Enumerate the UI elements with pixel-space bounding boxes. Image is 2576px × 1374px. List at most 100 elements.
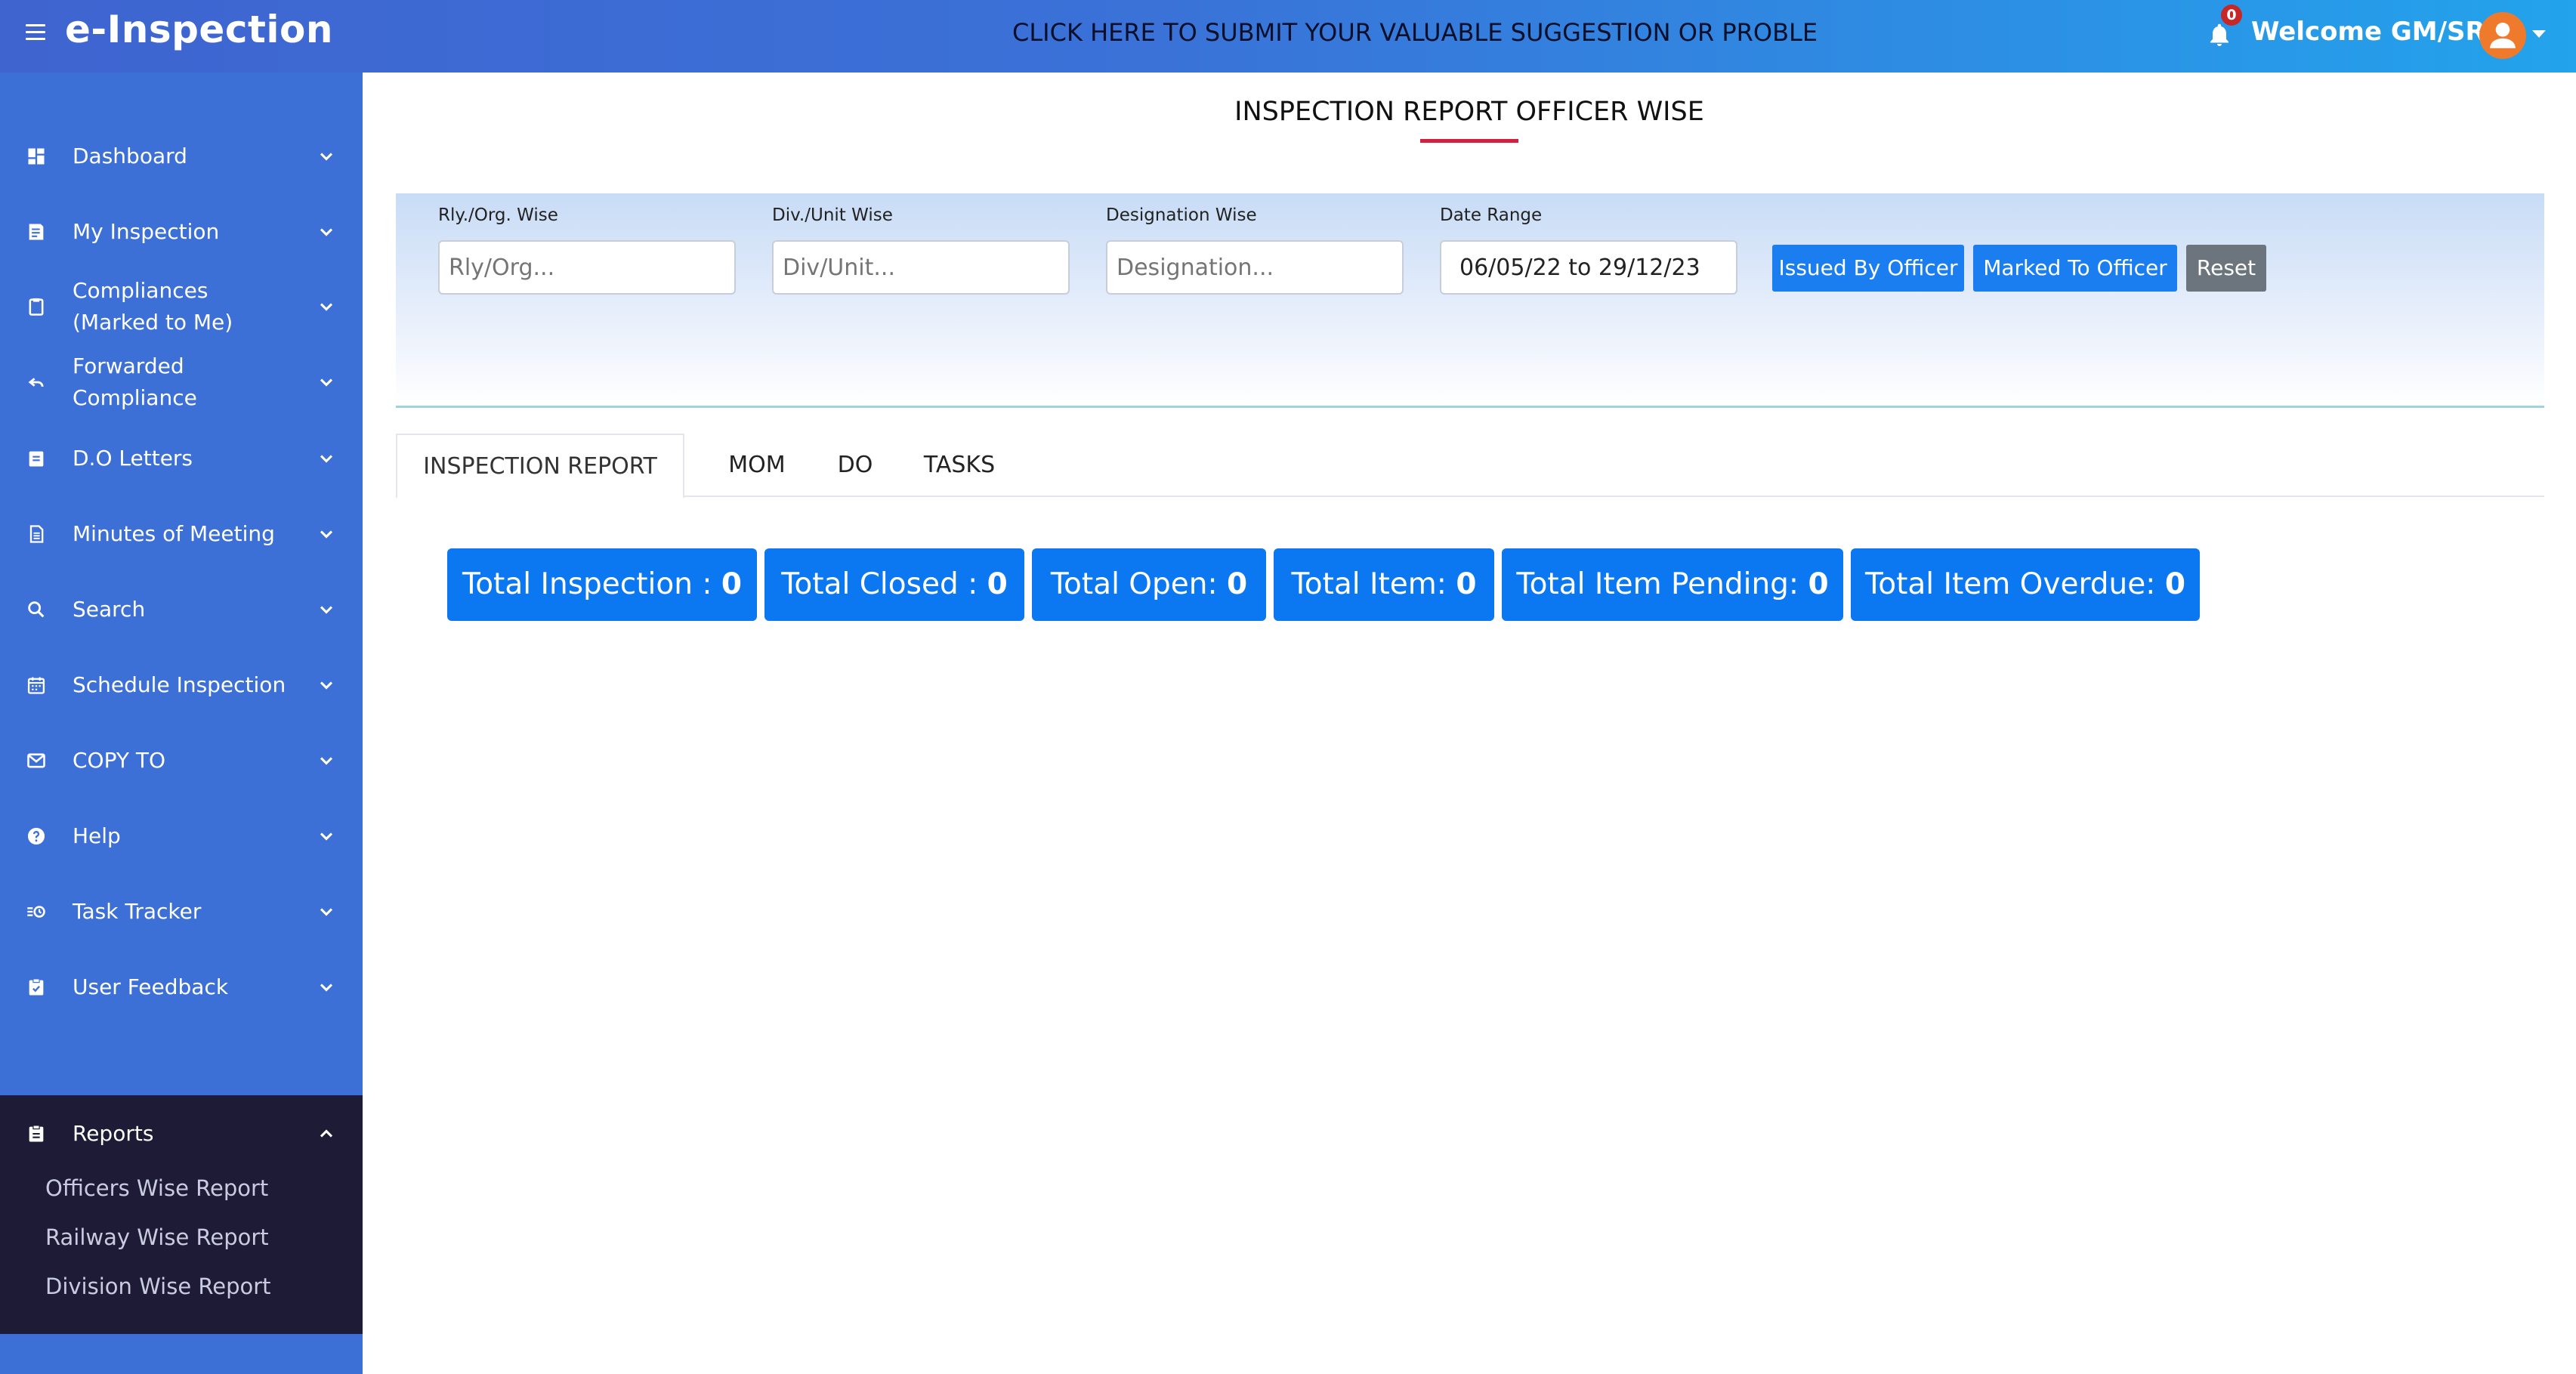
report-tabs: INSPECTION REPORT MOM DO TASKS bbox=[396, 434, 2544, 499]
tab-do[interactable]: DO bbox=[810, 434, 900, 497]
title-underline bbox=[1420, 139, 1518, 143]
sidebar-item-label: Help bbox=[73, 823, 121, 848]
stat-label: Total Item Overdue: bbox=[1865, 567, 2165, 601]
sidebar-item-label: Minutes of Meeting bbox=[73, 521, 275, 546]
designation-input[interactable] bbox=[1106, 240, 1404, 295]
sidebar-item-user-feedback[interactable]: User Feedback bbox=[0, 971, 363, 1003]
sidebar-subitem-division-wise-report[interactable]: Division Wise Report bbox=[45, 1274, 271, 1299]
sidebar-item-label: Forwarded Compliance bbox=[73, 354, 197, 410]
feedback-icon bbox=[29, 978, 44, 996]
clipboard-icon bbox=[29, 298, 44, 316]
date-range-input[interactable] bbox=[1440, 240, 1737, 295]
filter-panel: Rly./Org. Wise Div./Unit Wise Designatio… bbox=[396, 193, 2544, 408]
report-icon bbox=[29, 1125, 44, 1142]
sidebar-item-label: D.O Letters bbox=[73, 446, 193, 471]
stat-value: 0 bbox=[1456, 567, 1477, 601]
stat-total-item[interactable]: Total Item: 0 bbox=[1274, 548, 1494, 621]
app-title[interactable]: e-Inspection bbox=[65, 8, 333, 51]
sidebar-item-label: Task Tracker bbox=[73, 899, 202, 924]
stat-value: 0 bbox=[721, 567, 742, 601]
chevron-down-icon bbox=[320, 455, 333, 463]
sidebar-item-label: Dashboard bbox=[73, 144, 187, 168]
sidebar-item-forwarded-compliance[interactable]: Forwarded Compliance bbox=[0, 350, 363, 414]
sidebar-item-schedule-inspection[interactable]: Schedule Inspection bbox=[0, 669, 363, 701]
sidebar-subitem-officers-wise-report[interactable]: Officers Wise Report bbox=[45, 1175, 268, 1201]
reset-button[interactable]: Reset bbox=[2186, 245, 2266, 292]
rly-org-input[interactable] bbox=[438, 240, 736, 295]
chevron-down-icon bbox=[320, 228, 333, 236]
stat-label: Total Closed : bbox=[781, 567, 987, 601]
sidebar-item-label: User Feedback bbox=[73, 974, 229, 999]
document-icon bbox=[29, 525, 44, 543]
stat-total-closed[interactable]: Total Closed : 0 bbox=[764, 548, 1024, 621]
top-bar: e-Inspection CLICK HERE TO SUBMIT YOUR V… bbox=[0, 0, 2576, 73]
search-icon bbox=[28, 601, 45, 618]
chevron-down-icon bbox=[320, 378, 333, 387]
sidebar-item-minutes-of-meeting[interactable]: Minutes of Meeting bbox=[0, 518, 363, 550]
tab-inspection-report[interactable]: INSPECTION REPORT bbox=[396, 434, 684, 499]
stat-total-open[interactable]: Total Open: 0 bbox=[1032, 548, 1266, 621]
page-title: INSPECTION REPORT OFFICER WISE bbox=[1234, 97, 1704, 127]
div-unit-label: Div./Unit Wise bbox=[772, 205, 893, 225]
forward-icon bbox=[28, 378, 44, 387]
chevron-down-icon bbox=[320, 530, 333, 539]
sidebar-item-label: Reports bbox=[73, 1121, 154, 1146]
sidebar-item-label: Search bbox=[73, 597, 146, 622]
stat-label: Total Item: bbox=[1291, 567, 1456, 601]
sidebar-item-help[interactable]: Help bbox=[0, 820, 363, 852]
chevron-up-icon bbox=[320, 1129, 333, 1138]
sidebar-item-reports[interactable]: Reports bbox=[0, 1118, 363, 1150]
help-icon bbox=[27, 827, 45, 845]
stat-total-item-overdue[interactable]: Total Item Overdue: 0 bbox=[1851, 548, 2200, 621]
chevron-down-icon bbox=[320, 832, 333, 841]
stat-value: 0 bbox=[2164, 567, 2185, 601]
chevron-down-icon bbox=[320, 153, 333, 161]
reports-section: Reports Officers Wise Report Railway Wis… bbox=[0, 1095, 363, 1334]
chevron-down-icon bbox=[320, 757, 333, 765]
sidebar-item-my-inspection[interactable]: My Inspection bbox=[0, 216, 363, 248]
hamburger-menu-icon[interactable] bbox=[26, 24, 45, 41]
designation-label: Designation Wise bbox=[1106, 205, 1257, 225]
user-menu-caret-icon[interactable] bbox=[2532, 30, 2546, 38]
tab-mom[interactable]: MOM bbox=[697, 434, 817, 497]
inspection-icon bbox=[29, 224, 44, 240]
sidebar-item-copy-to[interactable]: COPY TO bbox=[0, 745, 363, 777]
chevron-down-icon bbox=[320, 303, 333, 311]
marked-to-officer-button[interactable]: Marked To Officer bbox=[1973, 245, 2177, 292]
stat-total-inspection[interactable]: Total Inspection : 0 bbox=[447, 548, 757, 621]
stat-label: Total Inspection : bbox=[462, 567, 721, 601]
stat-value: 0 bbox=[987, 567, 1008, 601]
stat-value: 0 bbox=[1808, 567, 1829, 601]
sidebar-subitem-railway-wise-report[interactable]: Railway Wise Report bbox=[45, 1224, 269, 1250]
chevron-down-icon bbox=[320, 681, 333, 690]
stat-total-item-pending[interactable]: Total Item Pending: 0 bbox=[1502, 548, 1843, 621]
welcome-user-text: Welcome GM/SR bbox=[2251, 17, 2485, 47]
issued-by-officer-button[interactable]: Issued By Officer bbox=[1772, 245, 1964, 292]
mail-icon bbox=[27, 753, 45, 768]
sidebar-item-label: COPY TO bbox=[73, 748, 166, 773]
div-unit-input[interactable] bbox=[772, 240, 1070, 295]
suggestion-marquee-link[interactable]: CLICK HERE TO SUBMIT YOUR VALUABLE SUGGE… bbox=[1012, 18, 1819, 56]
sidebar-item-compliances[interactable]: Compliances (Marked to Me) bbox=[0, 275, 363, 338]
user-icon bbox=[2490, 22, 2516, 48]
calendar-icon bbox=[27, 677, 45, 694]
notification-count-badge: 0 bbox=[2221, 5, 2242, 26]
stat-label: Total Open: bbox=[1050, 567, 1228, 601]
sidebar-item-task-tracker[interactable]: Task Tracker bbox=[0, 896, 363, 928]
user-avatar[interactable] bbox=[2479, 12, 2526, 59]
chevron-down-icon bbox=[320, 606, 333, 614]
chevron-down-icon bbox=[320, 983, 333, 992]
sidebar-item-do-letters[interactable]: D.O Letters bbox=[0, 443, 363, 474]
letter-icon bbox=[29, 451, 44, 467]
sidebar: Dashboard My Inspection Compliances (Mar… bbox=[0, 73, 363, 1374]
date-range-label: Date Range bbox=[1440, 205, 1543, 225]
sidebar-item-label: Compliances (Marked to Me) bbox=[73, 278, 233, 335]
dashboard-icon bbox=[28, 148, 45, 165]
sidebar-item-label: My Inspection bbox=[73, 219, 220, 244]
tab-tasks[interactable]: TASKS bbox=[899, 434, 1020, 497]
stat-label: Total Item Pending: bbox=[1516, 567, 1808, 601]
sidebar-item-dashboard[interactable]: Dashboard bbox=[0, 140, 363, 172]
stat-value: 0 bbox=[1227, 567, 1248, 601]
sidebar-item-search[interactable]: Search bbox=[0, 594, 363, 625]
task-icon bbox=[27, 906, 45, 918]
